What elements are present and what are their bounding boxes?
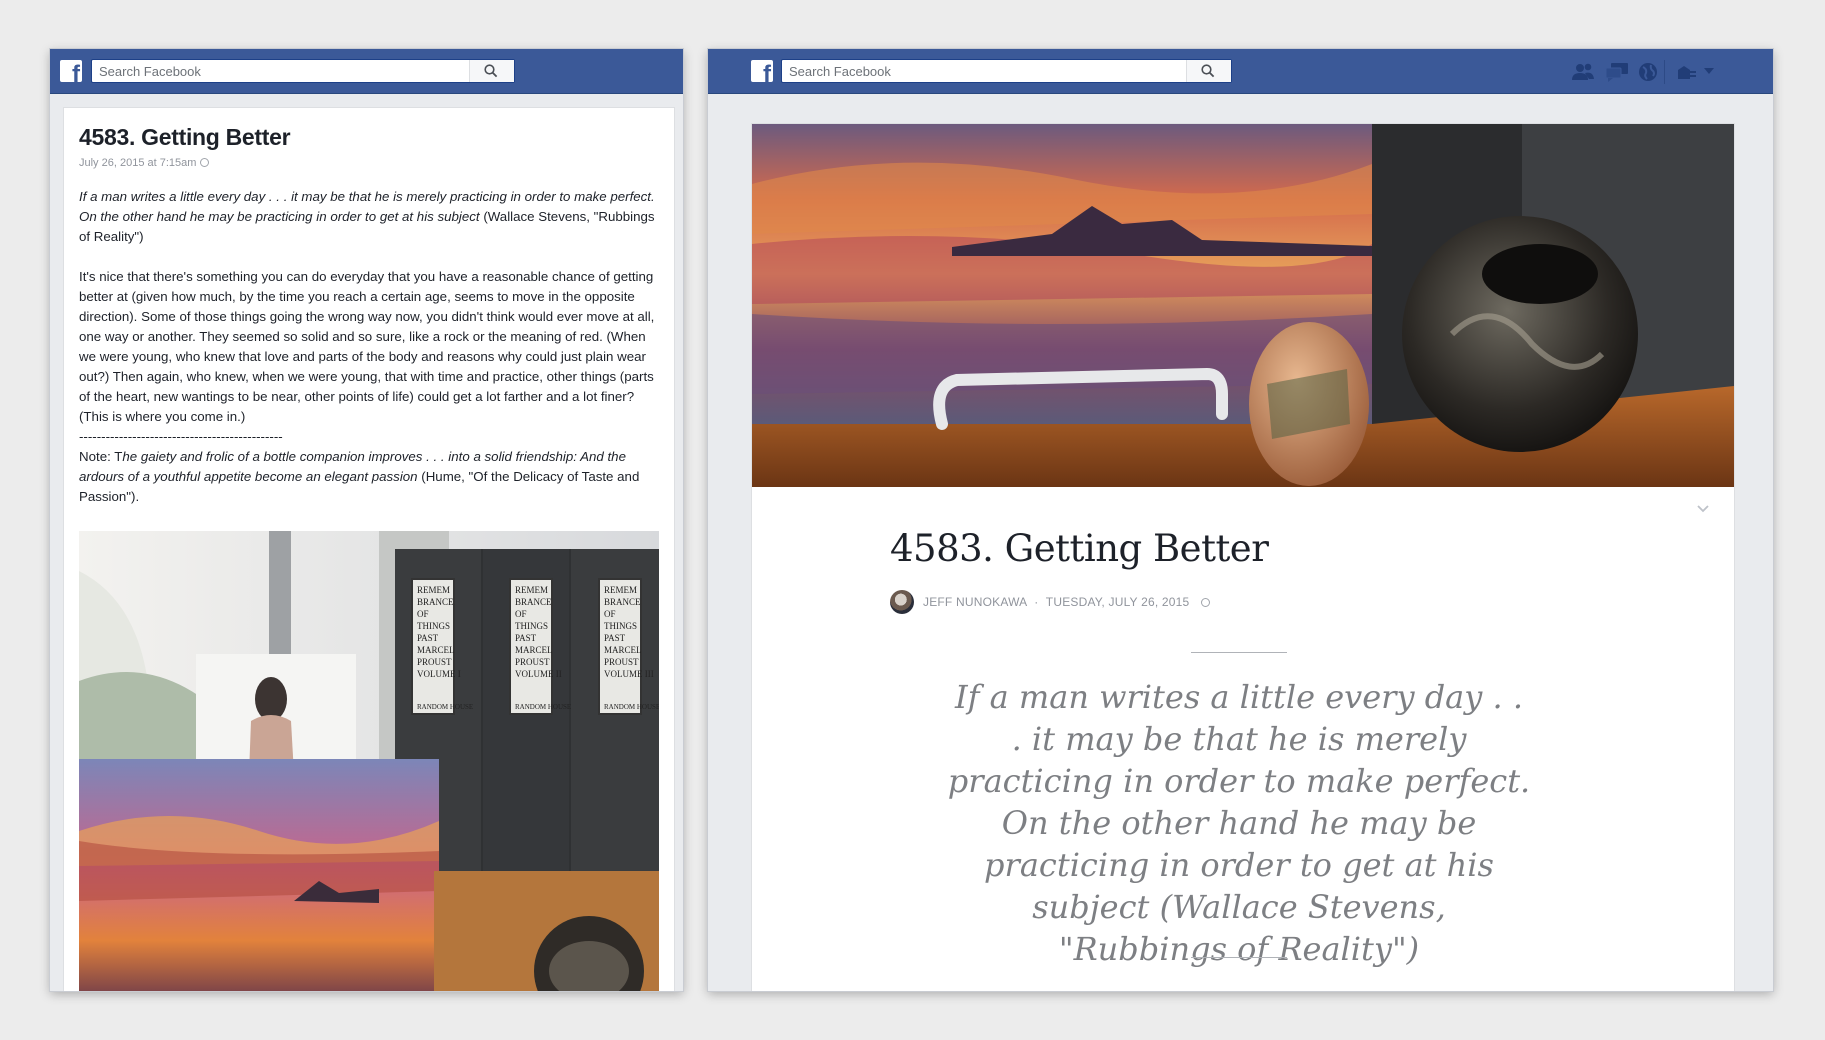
- left-browser-window: f Search Facebook 4583. Getting Better J…: [50, 49, 683, 991]
- book-spine-text: PAST: [515, 633, 537, 643]
- book-spine-text: PROUST: [604, 657, 639, 667]
- book-spine-text: MARCEL: [515, 645, 553, 655]
- search-button[interactable]: [1186, 60, 1231, 82]
- facebook-logo-icon[interactable]: f: [751, 60, 773, 82]
- pull-quote: If a man writes a little every day . . .…: [947, 678, 1531, 968]
- book-spine-text: THINGS: [515, 621, 548, 631]
- top-divider: [1191, 652, 1287, 653]
- notes-article: 4583. Getting Better JEFF NUNOKAWA · TUE…: [751, 123, 1735, 991]
- book-spine-text: VOLUME III: [604, 669, 654, 679]
- note-paragraph: Note: The gaiety and frolic of a bottle …: [79, 447, 659, 507]
- dropdown-arrow-icon[interactable]: [1703, 66, 1715, 76]
- chevron-down-icon[interactable]: [1696, 504, 1710, 514]
- search-button[interactable]: [469, 60, 514, 82]
- book-spine-publisher: RANDOM HOUSE: [515, 703, 571, 711]
- book-spine-text: OF: [604, 609, 616, 619]
- post-title: 4583. Getting Better: [79, 124, 291, 150]
- note-post-card: 4583. Getting Better July 26, 2015 at 7:…: [63, 107, 675, 991]
- cover-photo[interactable]: [752, 124, 1734, 487]
- search-placeholder: Search Facebook: [789, 64, 891, 79]
- book-spine-text: BRANCE: [417, 597, 454, 607]
- messages-icon[interactable]: [1605, 62, 1629, 82]
- book-spine-publisher: RANDOM HOUSE: [604, 703, 659, 711]
- friends-icon[interactable]: [1571, 62, 1595, 82]
- book-spine-text: VOLUME II: [515, 669, 562, 679]
- author-avatar[interactable]: [890, 590, 914, 614]
- notifications-globe-icon[interactable]: [1638, 62, 1658, 82]
- timestamp-text: July 26, 2015 at 7:15am: [79, 157, 197, 169]
- book-spine-text: OF: [417, 609, 429, 619]
- facebook-top-bar: f Search Facebook: [50, 49, 683, 94]
- book-spine-text: THINGS: [604, 621, 637, 631]
- article-date[interactable]: TUESDAY, JULY 26, 2015: [1046, 595, 1190, 609]
- book-spine-text: PROUST: [417, 657, 452, 667]
- book-spine-text: MARCEL: [604, 645, 642, 655]
- author-name[interactable]: JEFF NUNOKAWA: [923, 595, 1027, 609]
- search-input[interactable]: Search Facebook: [91, 59, 515, 83]
- facebook-logo-icon[interactable]: f: [60, 60, 82, 82]
- book-spine-text: REMEM: [604, 585, 637, 595]
- book-spine-text: MARCEL: [417, 645, 455, 655]
- privacy-shortcuts-icon[interactable]: [1677, 62, 1697, 82]
- book-spine-text: PAST: [417, 633, 439, 643]
- note-prefix: Note: T: [79, 449, 123, 464]
- body-paragraph: It's nice that there's something you can…: [79, 269, 655, 404]
- globe-icon: [1200, 598, 1210, 607]
- book-spine-text: PAST: [604, 633, 626, 643]
- globe-icon: [200, 158, 210, 167]
- search-icon: [1201, 64, 1215, 78]
- book-spine-text: BRANCE: [604, 597, 641, 607]
- search-input[interactable]: Search Facebook: [781, 59, 1232, 83]
- right-browser-window: f Search Facebook 4583. Getting Better J…: [708, 49, 1773, 991]
- book-spine-text: OF: [515, 609, 527, 619]
- bottom-divider: [1191, 957, 1287, 958]
- book-spine-publisher: RANDOM HOUSE: [417, 703, 473, 711]
- byline-separator: ·: [1034, 595, 1039, 609]
- book-spine-text: VOLUME I: [417, 669, 461, 679]
- book-spine-text: BRANCE: [515, 597, 552, 607]
- body-closing-line: (This is where you come in.): [79, 409, 246, 424]
- divider-line: ----------------------------------------…: [79, 429, 283, 444]
- top-bar-icons: [1571, 60, 1721, 84]
- book-spine-text: PROUST: [515, 657, 550, 667]
- search-icon: [484, 64, 498, 78]
- book-spine-text: REMEM: [417, 585, 450, 595]
- facebook-top-bar: f Search Facebook: [708, 49, 1773, 94]
- article-title: 4583. Getting Better: [890, 527, 1269, 570]
- post-timestamp[interactable]: July 26, 2015 at 7:15am: [79, 157, 210, 169]
- book-spine-text: REMEM: [515, 585, 548, 595]
- book-spine-text: THINGS: [417, 621, 450, 631]
- post-photo[interactable]: REMEM BRANCE OF THINGS PAST MARCEL PROUST VOLUM…: [79, 531, 659, 991]
- post-body: If a man writes a little every day . . .…: [79, 187, 659, 507]
- epigraph-paragraph: If a man writes a little every day . . .…: [79, 187, 659, 247]
- search-placeholder: Search Facebook: [99, 64, 201, 79]
